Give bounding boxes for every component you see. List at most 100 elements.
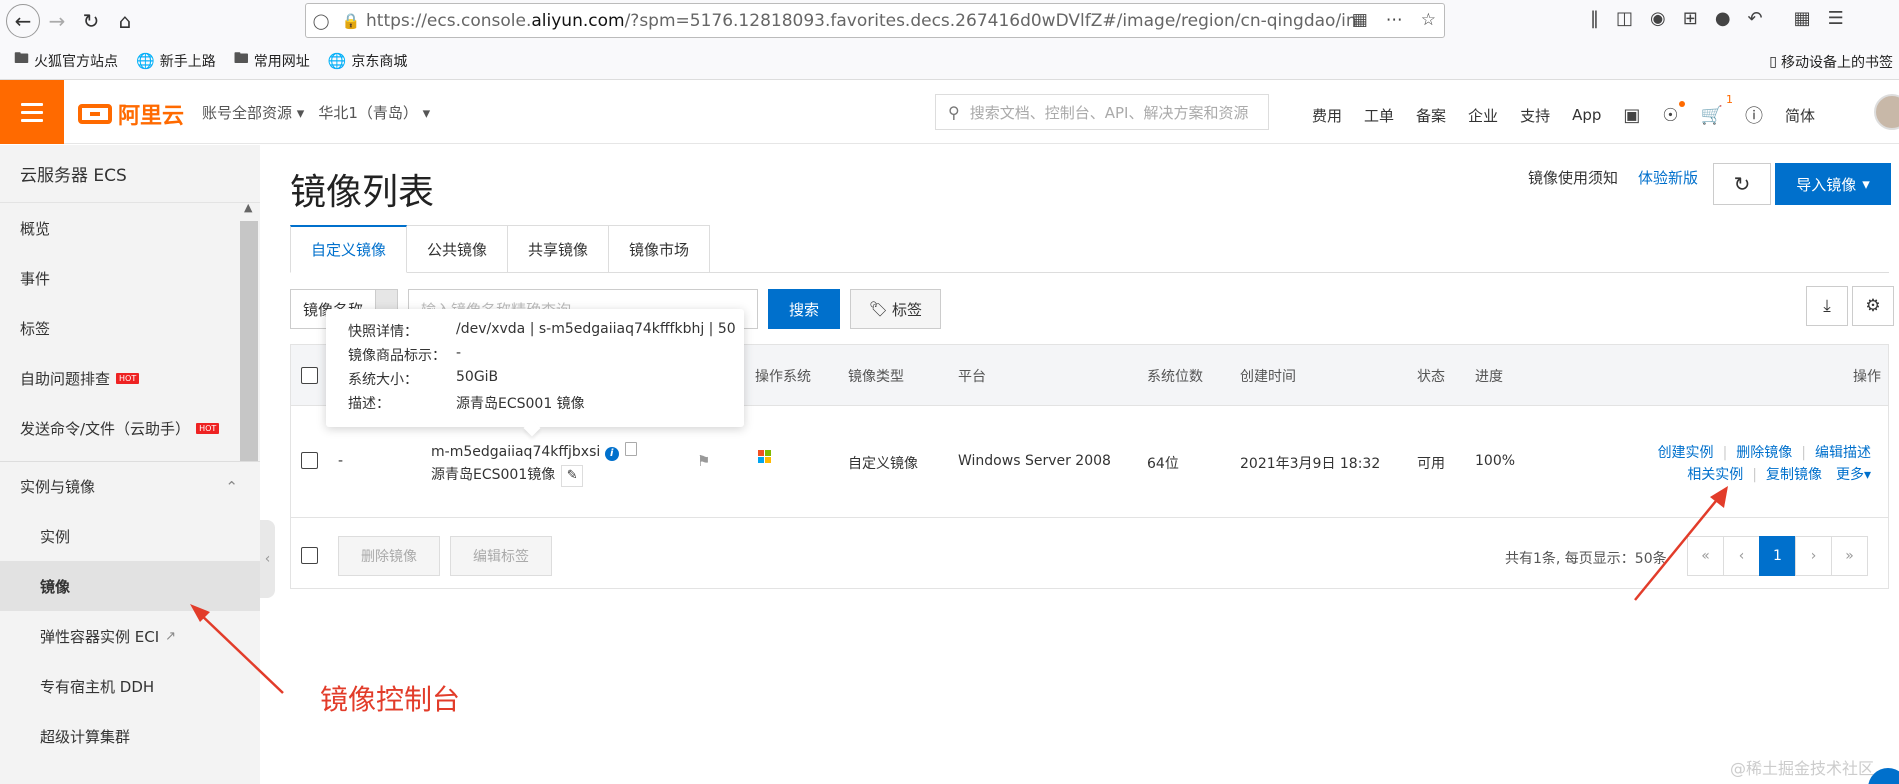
bell-icon[interactable]: ☉ bbox=[1662, 100, 1685, 126]
tooltip-value: 50GiB bbox=[456, 369, 499, 385]
hot-badge: HOT bbox=[196, 422, 220, 434]
menu-icon[interactable]: ☰ bbox=[1828, 8, 1844, 29]
tag-icon: 🏷 bbox=[868, 300, 889, 318]
sidebar-item-ddh[interactable]: 专有宿主机 DDH bbox=[0, 661, 260, 711]
row-actions-line2: 相关实例 | 复制镜像 更多▾ bbox=[1687, 467, 1871, 483]
try-new-version-link[interactable]: 体验新版 bbox=[1638, 167, 1698, 188]
account-resources-dropdown[interactable]: 账号全部资源 ▾ bbox=[202, 102, 304, 123]
sidebar-scrollbar[interactable]: ▲ bbox=[240, 199, 258, 784]
extensions-icon[interactable]: ▦ bbox=[1794, 8, 1811, 29]
tooltip-key: 系统大小： bbox=[348, 372, 418, 388]
nav-icp[interactable]: 备案 bbox=[1416, 105, 1446, 126]
last-page-button[interactable]: » bbox=[1831, 536, 1868, 576]
import-image-button[interactable]: 导入镜像 ▾ bbox=[1775, 163, 1891, 205]
sidebar-item-events[interactable]: 事件 bbox=[0, 253, 260, 303]
nav-fees[interactable]: 费用 bbox=[1312, 105, 1342, 126]
sidebar-item-eci[interactable]: 弹性容器实例 ECI ↗ bbox=[0, 611, 260, 661]
settings-button[interactable]: ⚙ bbox=[1852, 286, 1894, 326]
tab-custom-images[interactable]: 自定义镜像 bbox=[290, 225, 408, 273]
related-instances-link[interactable]: 相关实例 bbox=[1687, 467, 1743, 483]
avatar[interactable] bbox=[1874, 94, 1899, 130]
bookmark-item[interactable]: 🌐 京东商城 bbox=[328, 51, 408, 71]
delete-image-link[interactable]: 删除镜像 bbox=[1736, 445, 1792, 461]
edit-icon[interactable]: ✎ bbox=[561, 465, 584, 487]
nav-app[interactable]: App bbox=[1572, 106, 1601, 124]
edit-description-link[interactable]: 编辑描述 bbox=[1815, 445, 1871, 461]
row-checkbox[interactable] bbox=[301, 452, 318, 469]
sidebar-collapse-handle[interactable]: ‹ bbox=[260, 520, 275, 598]
library-icon[interactable]: ‖ bbox=[1590, 8, 1599, 29]
sidebar-item-images[interactable]: 镜像 bbox=[0, 561, 260, 611]
url-bar[interactable]: ◯ 🔒 https://ecs.console.aliyun.com/?spm=… bbox=[305, 3, 1445, 38]
hamburger-menu-button[interactable] bbox=[0, 80, 64, 144]
crop-icon[interactable]: ⊞ bbox=[1683, 8, 1698, 29]
nav-tickets[interactable]: 工单 bbox=[1364, 105, 1394, 126]
sidebar-item-cloud-assistant[interactable]: 发送命令/文件（云助手） HOT bbox=[0, 403, 260, 453]
bulk-delete-button[interactable]: 删除镜像 bbox=[338, 536, 440, 576]
page-1-button[interactable]: 1 bbox=[1759, 536, 1796, 576]
first-page-button[interactable]: « bbox=[1687, 536, 1724, 576]
cart-icon[interactable]: 🛒 1 bbox=[1701, 93, 1733, 126]
tab-marketplace[interactable]: 镜像市场 bbox=[609, 225, 711, 273]
region-dropdown[interactable]: 华北1（青岛） ▾ bbox=[318, 102, 430, 123]
caret-down-icon: ▾ bbox=[1862, 175, 1870, 193]
sidebar-group-instances-images[interactable]: 实例与镜像 ⌃ bbox=[0, 461, 260, 511]
image-notice-link[interactable]: 镜像使用须知 bbox=[1528, 167, 1618, 188]
sidebar-item-tags[interactable]: 标签 bbox=[0, 303, 260, 353]
nav-support[interactable]: 支持 bbox=[1520, 105, 1550, 126]
sidebar-item-instances[interactable]: 实例 bbox=[0, 511, 260, 561]
language-switch[interactable]: 简体 bbox=[1785, 105, 1815, 126]
sidebar-item-overview[interactable]: 概览 bbox=[0, 203, 260, 253]
reload-icon[interactable]: ↻ bbox=[74, 4, 108, 38]
star-icon[interactable]: ☆ bbox=[1421, 10, 1436, 30]
tab-public-images[interactable]: 公共镜像 bbox=[407, 225, 509, 273]
tooltip-value: /dev/xvda | s-m5edgaiiaq74kfffkbhj | 50 bbox=[456, 321, 736, 337]
info-icon[interactable]: i bbox=[604, 447, 619, 461]
select-all-checkbox[interactable] bbox=[301, 367, 318, 384]
sidebar-icon[interactable]: ◫ bbox=[1616, 8, 1633, 29]
forward-icon[interactable]: → bbox=[40, 4, 74, 38]
console-search-input[interactable]: ⚲ 搜索文档、控制台、API、解决方案和资源 bbox=[935, 94, 1269, 130]
home-icon[interactable]: ⌂ bbox=[108, 4, 142, 38]
sidebar-item-scc[interactable]: 超级计算集群 bbox=[0, 711, 260, 761]
nav-enterprise[interactable]: 企业 bbox=[1468, 105, 1498, 126]
bookmark-item[interactable]: 🖿 火狐官方站点 bbox=[14, 48, 118, 73]
terminal-icon[interactable]: ▣ bbox=[1623, 105, 1640, 126]
bulk-edit-tags-button[interactable]: 编辑标签 bbox=[450, 536, 552, 576]
create-instance-link[interactable]: 创建实例 bbox=[1658, 445, 1714, 461]
tooltip-key: 镜像商品标示： bbox=[348, 348, 446, 364]
back-icon[interactable]: ← bbox=[6, 4, 40, 38]
copy-image-link[interactable]: 复制镜像 bbox=[1766, 467, 1822, 483]
more-icon[interactable]: ⋯ bbox=[1386, 10, 1403, 30]
scroll-up-icon[interactable]: ▲ bbox=[244, 201, 252, 214]
bookmark-item[interactable]: 🖿 常用网址 bbox=[234, 48, 310, 73]
more-actions-dropdown[interactable]: 更多▾ bbox=[1836, 467, 1871, 483]
help-icon[interactable]: ⓘ bbox=[1745, 102, 1763, 128]
tab-shared-images[interactable]: 共享镜像 bbox=[508, 225, 610, 273]
col-image-type: 镜像类型 bbox=[848, 369, 904, 385]
qr-icon[interactable]: ▦ bbox=[1352, 10, 1368, 30]
tag-filter-button[interactable]: 🏷 标签 bbox=[850, 289, 941, 329]
chat-icon[interactable]: ● bbox=[1715, 8, 1731, 29]
aliyun-logo[interactable]: 阿里云 bbox=[78, 98, 184, 130]
account-icon[interactable]: ◉ bbox=[1650, 8, 1666, 29]
download-button[interactable]: ⤓ bbox=[1806, 286, 1848, 326]
url-text[interactable]: https://ecs.console.aliyun.com/?spm=5176… bbox=[366, 11, 1376, 31]
sidebar-title: 云服务器 ECS bbox=[0, 145, 260, 203]
image-id[interactable]: m-m5edgaiiaq74kffjbxsi bbox=[431, 444, 600, 460]
prev-page-button[interactable]: ‹ bbox=[1723, 536, 1760, 576]
tag-icon[interactable]: ⚑ bbox=[697, 452, 710, 470]
scrollbar-thumb[interactable] bbox=[240, 221, 258, 461]
undo-icon[interactable]: ↶ bbox=[1748, 8, 1763, 29]
created-time: 2021年3月9日 18:32 bbox=[1240, 456, 1381, 472]
mobile-bookmarks[interactable]: ▯ 移动设备上的书签 bbox=[1769, 52, 1893, 72]
col-created: 创建时间 bbox=[1240, 369, 1296, 385]
next-page-button[interactable]: › bbox=[1795, 536, 1832, 576]
bookmark-item[interactable]: 🌐 新手上路 bbox=[136, 51, 216, 71]
refresh-icon: ↻ bbox=[1733, 172, 1751, 196]
copy-icon[interactable] bbox=[624, 442, 637, 456]
search-button[interactable]: 搜索 bbox=[768, 289, 840, 329]
footer-select-all-checkbox[interactable] bbox=[301, 547, 318, 564]
sidebar-item-self-help[interactable]: 自助问题排查 HOT bbox=[0, 353, 260, 403]
refresh-button[interactable]: ↻ bbox=[1713, 163, 1771, 205]
